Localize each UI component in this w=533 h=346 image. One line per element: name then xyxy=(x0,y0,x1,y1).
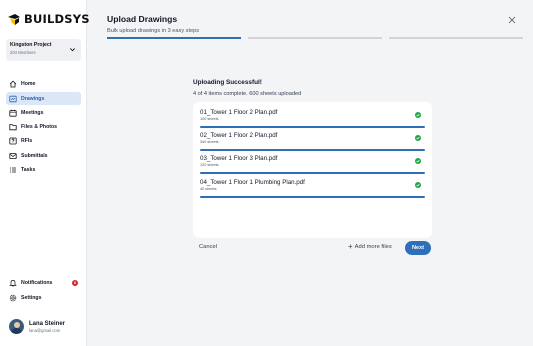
file-item: 02_Tower 1 Floor 2 Plan.pdf 340 sheets xyxy=(200,132,425,152)
add-more-files-label: Add more files xyxy=(354,244,392,250)
file-item: 01_Tower 1 Floor 2 Plan.pdf 100 sheets xyxy=(200,109,425,129)
file-sheets: 40 sheets xyxy=(200,187,217,191)
notification-count-badge: 6 xyxy=(72,280,78,286)
sidebar-item-label: Tasks xyxy=(21,167,36,174)
file-progress-bar xyxy=(200,126,425,128)
file-item: 04_Tower 1 Floor 1 Plumbing Plan.pdf 40 … xyxy=(200,179,425,199)
user-profile[interactable]: Lana Steiner lana@gmail.com xyxy=(9,319,65,334)
sidebar-item-tasks[interactable]: Tasks xyxy=(6,164,81,177)
file-name: 03_Tower 1 Floor 3 Plan.pdf xyxy=(200,155,278,162)
sidebar-item-submittals[interactable]: Submittals xyxy=(6,149,81,162)
drawings-icon xyxy=(9,95,17,102)
sidebar-item-label: Notifications xyxy=(21,280,53,287)
page-subtitle: Bulk upload drawings in 3 easy steps xyxy=(107,28,200,34)
file-progress-bar xyxy=(200,172,425,174)
next-button[interactable]: Next xyxy=(405,241,431,255)
sidebar-item-label: Drawings xyxy=(21,95,45,102)
check-circle-icon xyxy=(415,158,421,164)
gear-icon xyxy=(9,294,17,301)
sidebar-item-meetings[interactable]: Meetings xyxy=(6,107,81,120)
sidebar-item-label: RFIs xyxy=(21,138,33,145)
brand[interactable]: BUILDSYS xyxy=(7,12,90,26)
avatar xyxy=(9,319,24,334)
upload-status-title: Uploading Successful! xyxy=(193,79,262,86)
step-indicator xyxy=(389,37,523,39)
sidebar-item-files-photos[interactable]: Files & Photos xyxy=(6,121,81,134)
sidebar-nav: Home Drawings Meetings Files & Photos RF… xyxy=(6,78,81,178)
tasks-icon xyxy=(10,167,16,173)
step-indicator xyxy=(107,37,241,39)
file-sheets: 100 sheets xyxy=(200,117,219,121)
chevron-down-icon xyxy=(70,48,75,52)
sidebar: BUILDSYS Kingston Project 204 Members Ho… xyxy=(0,0,90,346)
sidebar-item-label: Meetings xyxy=(21,109,44,116)
sidebar-item-label: Submittals xyxy=(21,152,48,159)
file-progress-bar xyxy=(200,196,425,198)
user-email: lana@gmail.com xyxy=(29,327,61,333)
files-icon xyxy=(9,124,17,131)
meetings-icon xyxy=(9,109,17,117)
check-circle-icon xyxy=(415,112,421,118)
upload-dialog: Upload Drawings Bulk upload drawings in … xyxy=(87,0,533,346)
submittals-icon xyxy=(9,152,17,159)
sidebar-item-label: Home xyxy=(21,81,36,88)
file-sheets: 120 sheets xyxy=(200,163,219,167)
check-circle-icon xyxy=(415,182,421,188)
sidebar-item-label: Files & Photos xyxy=(21,124,58,131)
sidebar-item-label: Settings xyxy=(21,294,42,301)
add-more-files-button[interactable]: + Add more files xyxy=(348,242,392,251)
page-title: Upload Drawings xyxy=(107,14,178,24)
sidebar-item-home[interactable]: Home xyxy=(6,78,81,91)
file-name: 04_Tower 1 Floor 1 Plumbing Plan.pdf xyxy=(200,179,305,186)
cancel-button[interactable]: Cancel xyxy=(199,244,217,250)
rfi-icon xyxy=(9,138,17,145)
sidebar-item-rfis[interactable]: RFIs xyxy=(6,135,81,148)
file-sheets: 340 sheets xyxy=(200,140,219,144)
sidebar-item-settings[interactable]: Settings xyxy=(6,291,81,304)
project-selector[interactable]: Kingston Project 204 Members xyxy=(6,39,81,61)
close-icon[interactable] xyxy=(508,16,516,24)
sidebar-item-drawings[interactable]: Drawings xyxy=(6,92,81,105)
file-list: 01_Tower 1 Floor 2 Plan.pdf 100 sheets 0… xyxy=(193,102,432,238)
upload-status-summary: 4 of 4 items complete. 600 sheets upload… xyxy=(193,91,302,97)
step-indicator xyxy=(248,37,382,39)
check-circle-icon xyxy=(415,135,421,141)
step-progress xyxy=(107,37,523,39)
file-item: 03_Tower 1 Floor 3 Plan.pdf 120 sheets xyxy=(200,155,425,175)
brand-name: BUILDSYS xyxy=(24,12,90,26)
bell-icon xyxy=(9,280,17,287)
file-name: 01_Tower 1 Floor 2 Plan.pdf xyxy=(200,109,278,116)
file-progress-bar xyxy=(200,149,425,151)
sidebar-item-notifications[interactable]: Notifications 6 xyxy=(6,277,81,290)
project-name: Kingston Project xyxy=(10,42,52,48)
sidebar-bottom-nav: Notifications 6 Settings xyxy=(6,277,81,306)
home-icon xyxy=(9,80,17,88)
plus-icon: + xyxy=(348,242,353,251)
project-members: 204 Members xyxy=(10,50,36,55)
file-name: 02_Tower 1 Floor 2 Plan.pdf xyxy=(200,132,278,139)
logo-icon xyxy=(8,14,20,25)
user-name: Lana Steiner xyxy=(29,320,66,327)
